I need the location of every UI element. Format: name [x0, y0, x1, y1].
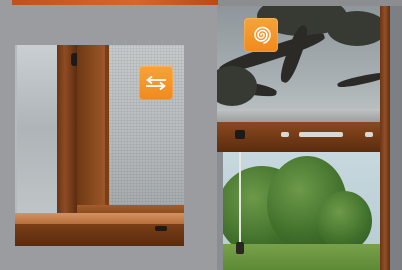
roller-feature-badge	[244, 18, 278, 52]
top-accent-strip	[12, 0, 218, 5]
wall-right	[390, 6, 402, 270]
guide-bracket	[235, 130, 245, 139]
guide-clip	[281, 132, 289, 137]
wall-edge	[217, 152, 223, 270]
sliding-arrows-icon	[143, 75, 169, 91]
glass-pane	[17, 45, 59, 213]
guide-clip	[299, 132, 343, 137]
window-sill	[15, 213, 184, 224]
pull-cord	[239, 152, 241, 244]
product-feature-banner	[0, 0, 402, 270]
spiral-roll-icon	[248, 22, 274, 48]
foliage	[327, 11, 387, 46]
roller-cassette	[217, 109, 380, 122]
sliding-feature-badge	[139, 66, 173, 100]
screen-handle	[155, 226, 167, 231]
window-mullion	[380, 6, 390, 270]
tree	[317, 191, 372, 251]
pull-handle	[236, 242, 244, 254]
guide-clip	[365, 132, 373, 137]
